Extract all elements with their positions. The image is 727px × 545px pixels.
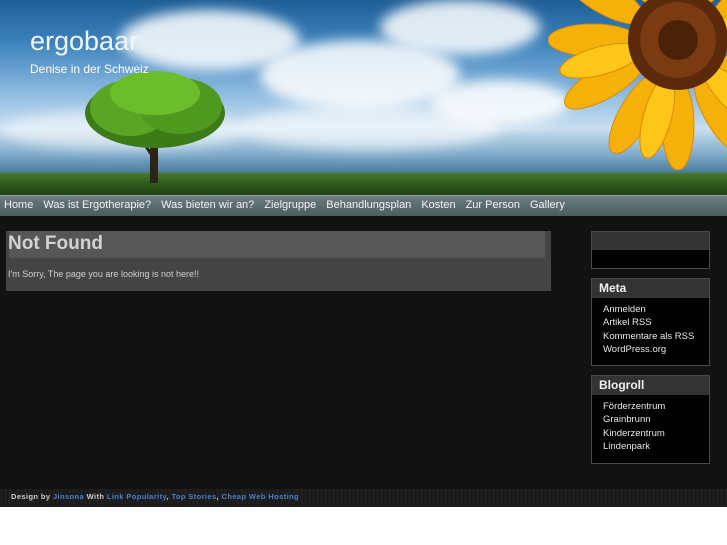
main-navigation: Home Was ist Ergotherapie? Was bieten wi… (0, 195, 727, 216)
meta-widget-title: Meta (592, 279, 709, 298)
meta-link-wordpress[interactable]: WordPress.org (603, 343, 709, 356)
blogroll-link-grainbrunn[interactable]: Grainbrunn (603, 413, 709, 426)
blogroll-link-lindenpark[interactable]: Lindenpark (603, 440, 709, 453)
footer-link-popularity[interactable]: Link Popularity (107, 492, 167, 501)
footer-design-label: Design by (11, 492, 51, 501)
nav-item-zur-person[interactable]: Zur Person (466, 196, 530, 211)
footer-designer-link[interactable]: Jinsona (53, 492, 84, 501)
nav-item-was-bieten-wir-an[interactable]: Was bieten wir an? (161, 196, 264, 211)
nav-item-was-ist-ergotherapie[interactable]: Was ist Ergotherapie? (43, 196, 161, 211)
blogroll-widget-title: Blogroll (592, 376, 709, 395)
site-title[interactable]: ergobaar (30, 26, 138, 57)
page: ergobaar Denise in der Schweiz Home Was … (0, 0, 727, 507)
nav-item-behandlungsplan[interactable]: Behandlungsplan (326, 196, 421, 211)
sunflower-image (548, 0, 727, 170)
meta-link-kommentare-rss[interactable]: Kommentare als RSS (603, 330, 709, 343)
footer-separator: , (216, 492, 220, 501)
footer: Design by Jinsona With Link Popularity, … (0, 489, 727, 507)
meta-widget: Meta Anmelden Artikel RSS Kommentare als… (591, 278, 710, 366)
site-tagline: Denise in der Schweiz (30, 62, 149, 76)
blogroll-link-kinderzentrum[interactable]: Kinderzentrum (603, 427, 709, 440)
content-box: Not Found I'm Sorry, The page you are lo… (6, 231, 551, 291)
footer-separator: , (166, 492, 169, 501)
search-widget (591, 231, 710, 269)
blogroll-widget: Blogroll Förderzentrum Grainbrunn Kinder… (591, 375, 710, 464)
nav-item-home[interactable]: Home (4, 196, 43, 211)
footer-with-label: With (86, 492, 105, 501)
nav-item-kosten[interactable]: Kosten (421, 196, 465, 211)
blogroll-link-foerderzentrum[interactable]: Förderzentrum (603, 400, 709, 413)
meta-link-anmelden[interactable]: Anmelden (603, 303, 709, 316)
page-title: Not Found (8, 233, 103, 254)
footer-link-cheap-web-hosting[interactable]: Cheap Web Hosting (222, 492, 300, 501)
not-found-message: I'm Sorry, The page you are looking is n… (8, 269, 199, 279)
header-banner: ergobaar Denise in der Schweiz (0, 0, 727, 195)
meta-link-artikel-rss[interactable]: Artikel RSS (603, 316, 709, 329)
nav-item-gallery[interactable]: Gallery (530, 196, 575, 211)
footer-link-top-stories[interactable]: Top Stories (171, 492, 216, 501)
nav-item-zielgruppe[interactable]: Zielgruppe (264, 196, 326, 211)
tree-image (85, 71, 225, 183)
